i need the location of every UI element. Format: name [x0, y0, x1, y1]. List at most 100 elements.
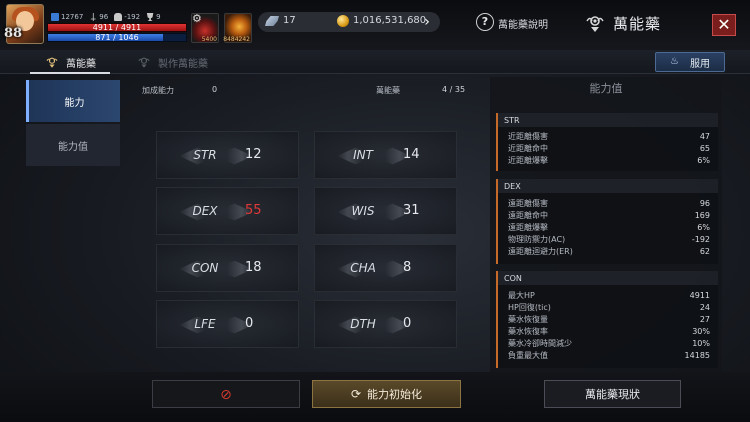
list-item: 最大HP 4911	[498, 291, 718, 301]
stat-value: 55	[245, 203, 262, 218]
tab-craft-elixir[interactable]: 製作萬能藥	[136, 53, 208, 71]
chevron-right-icon[interactable]: ›	[420, 12, 434, 32]
row-label: 物理防禦力(AC)	[508, 235, 566, 244]
sidenav-item-ability[interactable]: 能力	[26, 80, 120, 122]
stat-d: 9	[146, 13, 161, 21]
row-label: 藥水冷卻時間減少	[508, 339, 572, 348]
list-item: 遠距離迴避力(ER) 62	[498, 247, 718, 257]
potion-icon: ♨	[670, 56, 679, 67]
elixir-emblem-icon	[586, 16, 604, 32]
refresh-icon: ⟳	[350, 387, 362, 401]
shield-icon	[51, 13, 59, 21]
row-label: 遠距離命中	[508, 211, 548, 220]
elixir-status-button[interactable]: 萬能藥現狀	[544, 380, 681, 408]
armor-icon	[114, 13, 123, 21]
bonus-ability-label: 加成能力	[142, 86, 174, 95]
hp-text: 4911 / 4911	[92, 23, 142, 32]
row-label: 最大HP	[508, 291, 535, 300]
list-item: 近距離命中 65	[498, 144, 718, 154]
elixir-count-value: 4 / 35	[442, 85, 466, 94]
row-value: 14185	[684, 351, 710, 360]
row-value: 30%	[692, 327, 710, 336]
row-value: 62	[699, 247, 710, 256]
stat-d-value: 9	[156, 13, 161, 21]
tab-elixir-label: 萬能藥	[66, 58, 96, 70]
flame-buff-count: 8484242	[223, 36, 250, 43]
gem-count: 17	[283, 15, 296, 26]
player-stat-row: 12767 96 -192 9	[51, 12, 161, 22]
level-badge: 88	[4, 26, 23, 41]
row-label: 負重最大值	[508, 351, 548, 360]
row-value: 169	[694, 211, 710, 220]
stat-card-dth[interactable]: DTH 0	[314, 300, 457, 348]
stat-name: DTH	[350, 317, 376, 331]
page-title: 萬能藥	[613, 15, 662, 33]
reset-button-label: 能力初始化	[367, 388, 423, 401]
list-item: 遠距離命中 169	[498, 211, 718, 221]
section-dex: DEX 遠距離傷害 96 遠距離命中 169 遠距離爆擊 6% 物理防禦力(AC) -1…	[496, 179, 718, 264]
row-value: 6%	[697, 223, 710, 232]
stat-c: -192	[114, 13, 140, 21]
section-header: CON	[498, 271, 718, 285]
stat-c-value: -192	[124, 13, 141, 21]
row-value: 24	[699, 303, 710, 312]
stat-card-dex[interactable]: DEX 55	[156, 187, 299, 235]
stat-card-con[interactable]: CON 18	[156, 244, 299, 292]
row-label: 近距離傷害	[508, 132, 548, 141]
stat-name: LFE	[194, 317, 216, 331]
stat-card-lfe[interactable]: LFE 0	[156, 300, 299, 348]
coin-icon	[337, 15, 349, 27]
reset-ability-button[interactable]: ⟳ 能力初始化	[312, 380, 461, 408]
mp-bar: 871 / 1046	[47, 33, 187, 42]
sidenav-item-stats[interactable]: 能力值	[26, 124, 120, 166]
side-nav: 能力 能力值	[20, 76, 122, 372]
row-value: 10%	[692, 339, 710, 348]
bonus-ability-value: 0	[212, 85, 218, 94]
stat-value: 0	[403, 316, 412, 331]
gear-icon[interactable]: ⚙	[192, 13, 204, 25]
row-label: 遠距離爆擊	[508, 223, 548, 232]
row-label: 藥水恢復率	[508, 327, 548, 336]
row-value: 4911	[689, 291, 710, 300]
help-link[interactable]: 萬能藥說明	[498, 16, 548, 31]
stat-name: CON	[191, 261, 219, 275]
stat-card-cha[interactable]: CHA 8	[314, 244, 457, 292]
section-con: CON 最大HP 4911 HP回復(tic) 24 藥水恢復量 27 藥水恢復率 30…	[496, 271, 718, 368]
section-header: DEX	[498, 179, 718, 193]
potion-buff-count: 5400	[201, 36, 217, 43]
stat-value: 0	[245, 316, 254, 331]
ability-panel-title: 能力值	[589, 82, 623, 95]
row-value: 65	[699, 144, 710, 153]
row-label: 藥水恢復量	[508, 315, 548, 324]
stat-value: 14	[403, 147, 420, 162]
stat-card-int[interactable]: INT 14	[314, 131, 457, 179]
row-value: 6%	[697, 156, 710, 165]
list-item: 物理防禦力(AC) -192	[498, 235, 718, 245]
list-item: 負重最大值 14185	[498, 351, 718, 361]
stat-value: 31	[403, 203, 420, 218]
row-value: 96	[699, 199, 710, 208]
row-label: 遠距離傷害	[508, 199, 548, 208]
stat-name: DEX	[192, 204, 218, 218]
stat-value: 12	[245, 147, 262, 162]
use-elixir-button[interactable]: ♨ 服用	[655, 52, 725, 72]
flame-buff-slot[interactable]: 8484242	[223, 13, 252, 43]
locked-crossed-icon: ⊘	[220, 387, 232, 403]
active-tab-indicator	[30, 72, 110, 74]
row-value: 47	[699, 132, 710, 141]
list-item: HP回復(tic) 24	[498, 303, 718, 313]
section-str: STR 近距離傷害 47 近距離命中 65 近距離爆擊 6%	[496, 113, 718, 171]
stat-card-str[interactable]: STR 12	[156, 131, 299, 179]
tab-craft-label: 製作萬能藥	[158, 58, 208, 70]
row-label: HP回復(tic)	[508, 303, 551, 312]
stat-a: 12767	[51, 13, 83, 21]
row-value: 27	[699, 315, 710, 324]
stat-card-wis[interactable]: WIS 31	[314, 187, 457, 235]
tab-row	[0, 50, 750, 74]
row-label: 近距離爆擊	[508, 156, 548, 165]
close-button[interactable]: ✕	[712, 14, 736, 36]
tab-elixir[interactable]: 萬能藥	[44, 53, 96, 71]
elixir-tab-icon	[46, 57, 58, 68]
row-label: 遠距離迴避力(ER)	[508, 247, 573, 256]
help-icon[interactable]: ?	[476, 13, 494, 31]
